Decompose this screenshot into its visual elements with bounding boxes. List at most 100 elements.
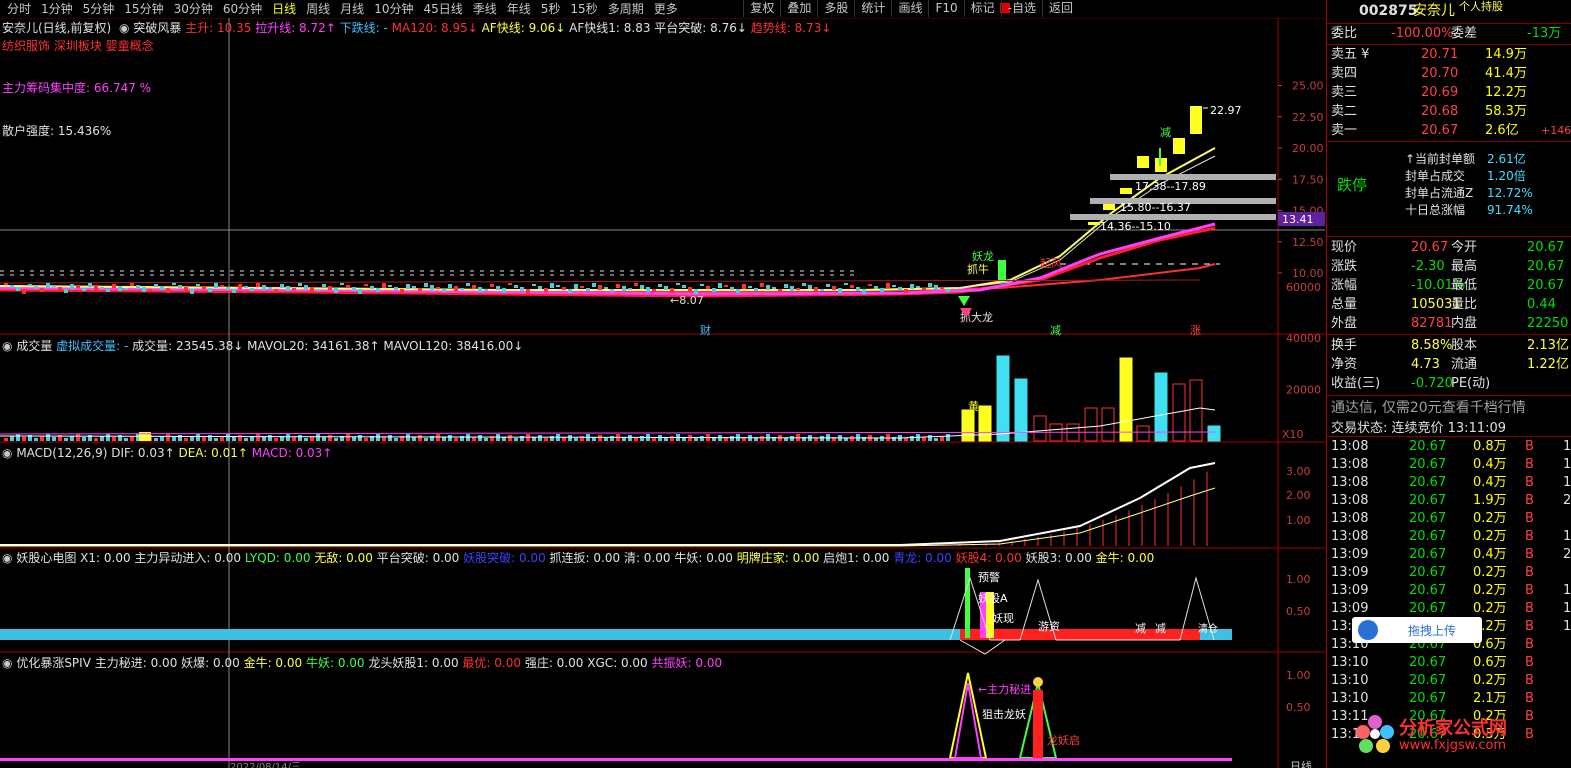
indicator-param: 下跌线: - (339, 21, 392, 35)
indicator-param: 共振妖: 0.00 (651, 656, 723, 670)
macd-title[interactable]: MACD(12,26,9) (16, 446, 107, 460)
indicator-param: 妖股3: 0.00 (1025, 551, 1096, 565)
period-tab[interactable]: 5秒 (536, 1, 566, 17)
holding-tag[interactable]: 个人持股 (1459, 0, 1503, 16)
ask-row[interactable]: 卖一 20.67 2.6亿 +146 (1327, 122, 1571, 140)
volume-title[interactable]: 成交量 (16, 339, 52, 353)
volume-bar (436, 434, 440, 441)
volume-bar (262, 437, 266, 441)
period-tab[interactable]: 更多 (649, 1, 683, 17)
toolbar-button[interactable]: 多股 (817, 0, 854, 17)
period-tab[interactable]: 分时 (2, 1, 36, 17)
tick-price: 20.67 (1409, 493, 1447, 508)
toolbar-button[interactable]: 叠加 (780, 0, 817, 17)
volume-bar (106, 434, 110, 441)
candle (850, 285, 854, 288)
tick-row[interactable]: 13:08 20.67 0.2万 B (1327, 510, 1571, 528)
tick-volume: 0.2万 (1473, 583, 1507, 598)
macd-params: DIF: 0.03↑ DEA: 0.01↑ MACD: 0.03↑ (111, 446, 332, 460)
candle (916, 286, 920, 288)
stat-row: 涨幅 -10.01% 最低 20.67 (1327, 277, 1571, 295)
candle (628, 288, 632, 290)
toolbar-button[interactable]: 复权 (743, 0, 780, 17)
drag-upload-button[interactable]: 拖拽上传 (1352, 617, 1482, 643)
candle (262, 285, 266, 290)
ask-row[interactable]: 卖三 20.69 12.2万 (1327, 84, 1571, 102)
tick-row[interactable]: 13:08 20.67 0.2万 B 1 (1327, 528, 1571, 546)
volume-bar (514, 438, 518, 441)
period-label: 日线 (1290, 759, 1312, 768)
period-tab[interactable]: 5分钟 (78, 1, 120, 17)
period-tab[interactable]: 10分钟 (369, 1, 418, 17)
yaogu-label: 清仓 (1198, 622, 1218, 635)
period-tab[interactable]: 15秒 (565, 1, 602, 17)
spiv-title[interactable]: 优化暴涨SPIV (16, 656, 91, 670)
period-tab[interactable]: 1分钟 (36, 1, 78, 17)
ask-row[interactable]: 卖四 20.70 41.4万 (1327, 65, 1571, 83)
tick-row[interactable]: 13:09 20.67 0.2万 B 1 (1327, 600, 1571, 618)
period-tab[interactable]: 日线 (267, 1, 301, 17)
main-header: 安奈儿(日线,前复权) ◉ 突破风暴 主升: 10.35 拉升线: 8.72↑ … (2, 21, 831, 35)
candle (778, 289, 782, 292)
volume-bar (754, 438, 758, 441)
candle (736, 289, 740, 293)
volume-bar (874, 438, 878, 441)
chart-area[interactable]: 17.38--17.89 15.80--16.37 14.36--15.10 22.9… (0, 18, 1325, 768)
tick-row[interactable]: 13:10 20.67 0.6万 B (1327, 654, 1571, 672)
toolbar-button[interactable]: -自选 (1000, 0, 1042, 17)
ask-row[interactable]: 卖五 ¥ 20.71 14.9万 (1327, 46, 1571, 64)
period-tab[interactable]: 30分钟 (169, 1, 218, 17)
period-tab[interactable]: 60分钟 (218, 1, 267, 17)
candle (544, 288, 548, 292)
tick-row[interactable]: 13:08 20.67 0.8万 B 1 (1327, 438, 1571, 456)
signal-bar (998, 260, 1006, 280)
event-label: 减 (1050, 324, 1061, 337)
stat-row: 收益(三) -0.720 PE(动) (1327, 375, 1571, 393)
tick-row[interactable]: 13:09 20.67 0.2万 B 1 (1327, 582, 1571, 600)
candle (370, 286, 374, 289)
candle (532, 284, 536, 286)
settings-icon[interactable]: ◉ (2, 656, 12, 670)
spiv-tick-label: 0.50 (1286, 701, 1311, 714)
period-tab[interactable]: 季线 (468, 1, 502, 17)
volume-bar (961, 409, 975, 442)
tick-time: 13:09 (1331, 547, 1369, 562)
settings-icon[interactable]: ◉ (2, 446, 12, 460)
toolbar-button[interactable]: F10 (928, 0, 963, 17)
settings-icon[interactable]: ◉ (2, 339, 12, 353)
indicator-toggle-icon[interactable]: ◉ (119, 21, 129, 35)
tick-row[interactable]: 13:08 20.67 0.4万 B 1 (1327, 474, 1571, 492)
indicator-param: 妖股4: 0.00 (955, 551, 1026, 565)
tick-row[interactable]: 13:10 20.67 2.1万 B (1327, 690, 1571, 708)
period-tab[interactable]: 多周期 (603, 1, 649, 17)
period-tab[interactable]: 45日线 (418, 1, 467, 17)
tick-row[interactable]: 13:08 20.67 1.9万 B 2 (1327, 492, 1571, 510)
tick-row[interactable]: 13:09 20.67 0.4万 B 2 (1327, 546, 1571, 564)
candle (646, 287, 650, 292)
candle (514, 285, 518, 288)
level2-notice[interactable]: 通达信, 仅需20元查看千档行情 (1331, 397, 1526, 417)
toolbar-button[interactable]: 画线 (891, 0, 928, 17)
ask-row[interactable]: 卖二 20.68 58.3万 (1327, 103, 1571, 121)
stat-value: -0.720 (1411, 376, 1453, 391)
tick-row[interactable]: 13:08 20.67 0.4万 B 1 (1327, 456, 1571, 474)
weibi-row: 委比 -100.00% 委差 -13万 (1331, 26, 1562, 41)
toolbar-button[interactable]: 标记 (963, 0, 1001, 17)
candle (868, 284, 872, 286)
volume-bar (232, 437, 236, 441)
period-tab[interactable]: 周线 (301, 1, 335, 17)
period-tab[interactable]: 15分钟 (119, 1, 168, 17)
toolbar-button[interactable]: 统计 (854, 0, 891, 17)
tick-row[interactable]: 13:10 20.67 0.2万 B (1327, 672, 1571, 690)
toolbar-button[interactable]: 返回 (1041, 0, 1079, 17)
period-tab[interactable]: 月线 (335, 1, 369, 17)
candle (364, 284, 368, 286)
settings-icon[interactable]: ◉ (2, 551, 12, 565)
period-tab[interactable]: 年线 (502, 1, 536, 17)
stat-row: 净资 4.73 流通 1.22亿 (1327, 356, 1571, 374)
tick-side: B (1525, 673, 1534, 688)
indicator-name[interactable]: 突破风暴 (133, 21, 181, 35)
tick-row[interactable]: 13:09 20.67 0.2万 B (1327, 564, 1571, 582)
candle (652, 289, 656, 291)
yaogu-title[interactable]: 妖股心电图 (16, 551, 76, 565)
